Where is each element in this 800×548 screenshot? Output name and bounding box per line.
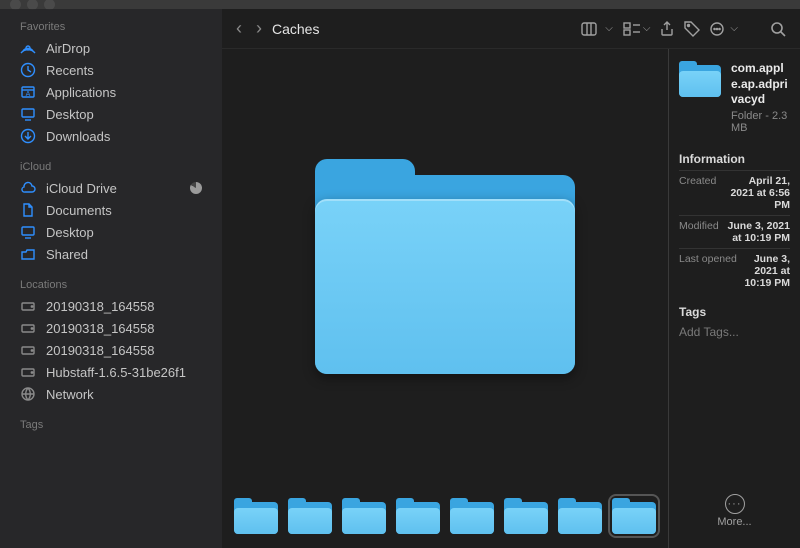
doc-icon [20, 202, 36, 218]
disk-icon [20, 298, 36, 314]
thumbnail-folder[interactable] [396, 498, 440, 534]
desktop-icon [20, 224, 36, 240]
group-icon[interactable]: ⌵ [623, 22, 651, 36]
window-title: Caches [272, 21, 319, 37]
toolbar: ‹ › Caches ⌵ ⌵ ⌵ [222, 9, 800, 49]
info-row-key: Modified [679, 220, 719, 244]
info-row-value: June 3, 2021 at 10:19 PM [725, 220, 790, 244]
action-menu-icon[interactable]: ⌵ [710, 21, 738, 37]
icloud-usage-icon [190, 182, 202, 194]
info-item-name: com.apple.ap.adprivacyd [731, 61, 790, 108]
sidebar-item-label: 20190318_164558 [46, 299, 154, 314]
info-row: CreatedApril 21, 2021 at 6:56 PM [679, 170, 790, 215]
sidebar-item-20190318-164558[interactable]: 20190318_164558 [0, 339, 222, 361]
info-pane: com.apple.ap.adprivacyd Folder - 2.3 MB … [668, 49, 800, 548]
sidebar-item-label: Desktop [46, 107, 94, 122]
back-button[interactable]: ‹ [236, 18, 242, 39]
item-strip[interactable] [222, 484, 668, 548]
preview-pane [222, 49, 668, 548]
sidebar-item-label: Hubstaff-1.6.5-31be26f1 [46, 365, 186, 380]
sidebar-item-recents[interactable]: Recents [0, 59, 222, 81]
thumbnail-folder[interactable] [558, 498, 602, 534]
sidebar-item-label: AirDrop [46, 41, 90, 56]
info-row-value: April 21, 2021 at 6:56 PM [722, 175, 790, 211]
info-row-key: Last opened [679, 253, 737, 289]
sidebar-header-icloud: iCloud [0, 157, 222, 177]
shared-icon [20, 246, 36, 262]
sidebar-item-label: 20190318_164558 [46, 321, 154, 336]
eject-icon [20, 364, 36, 380]
sidebar-item-desktop[interactable]: Desktop [0, 221, 222, 243]
info-section-information: Information [679, 152, 790, 166]
globe-icon [20, 386, 36, 402]
thumbnail-folder[interactable] [450, 498, 494, 534]
thumbnail-folder[interactable] [288, 498, 332, 534]
disk-icon [20, 320, 36, 336]
sidebar-header-favorites: Favorites [0, 17, 222, 37]
cloud-icon [20, 180, 36, 196]
thumbnail-folder[interactable] [612, 498, 656, 534]
view-mode-icon[interactable]: ⌵ [581, 22, 613, 36]
sidebar: Favorites AirDrop Recents A Applications Des… [0, 9, 222, 548]
sidebar-item-downloads[interactable]: Downloads [0, 125, 222, 147]
sidebar-item-label: 20190318_164558 [46, 343, 154, 358]
more-button[interactable]: ··· More... [679, 486, 790, 536]
sidebar-item-label: Desktop [46, 225, 94, 240]
sidebar-item-20190318-164558[interactable]: 20190318_164558 [0, 317, 222, 339]
desktop-icon [20, 106, 36, 122]
thumbnail-folder[interactable] [504, 498, 548, 534]
sidebar-item-20190318-164558[interactable]: 20190318_164558 [0, 295, 222, 317]
info-row-value: June 3, 2021 at 10:19 PM [743, 253, 790, 289]
sidebar-item-label: iCloud Drive [46, 181, 117, 196]
downloads-icon [20, 128, 36, 144]
sidebar-item-icloud-drive[interactable]: iCloud Drive [0, 177, 222, 199]
sidebar-item-label: Downloads [46, 129, 110, 144]
add-tags-field[interactable]: Add Tags... [679, 325, 790, 339]
sidebar-item-applications[interactable]: A Applications [0, 81, 222, 103]
sidebar-item-airdrop[interactable]: AirDrop [0, 37, 222, 59]
share-icon[interactable] [660, 21, 674, 37]
airdrop-icon [20, 40, 36, 56]
titlebar [0, 0, 800, 9]
main-area: ‹ › Caches ⌵ ⌵ ⌵ [222, 9, 800, 548]
sidebar-item-documents[interactable]: Documents [0, 199, 222, 221]
sidebar-item-label: Recents [46, 63, 94, 78]
thumbnail-folder[interactable] [234, 498, 278, 534]
folder-preview-icon [315, 159, 575, 374]
sidebar-item-desktop[interactable]: Desktop [0, 103, 222, 125]
apps-icon: A [20, 84, 36, 100]
info-item-kind: Folder - 2.3 MB [731, 110, 790, 134]
sidebar-item-label: Applications [46, 85, 116, 100]
sidebar-item-label: Network [46, 387, 94, 402]
info-row: ModifiedJune 3, 2021 at 10:19 PM [679, 215, 790, 248]
info-folder-icon [679, 61, 721, 97]
info-section-tags: Tags [679, 305, 790, 319]
info-row-key: Created [679, 175, 716, 211]
sidebar-header-locations: Locations [0, 275, 222, 295]
sidebar-item-shared[interactable]: Shared [0, 243, 222, 265]
sidebar-item-label: Documents [46, 203, 112, 218]
recents-icon [20, 62, 36, 78]
svg-text:A: A [26, 91, 31, 98]
sidebar-item-hubstaff-1-6-5-31be26f1[interactable]: Hubstaff-1.6.5-31be26f1 [0, 361, 222, 383]
info-row: Last openedJune 3, 2021 at 10:19 PM [679, 248, 790, 293]
disk-icon [20, 342, 36, 358]
search-icon[interactable] [770, 21, 786, 37]
ellipsis-icon: ··· [725, 494, 745, 514]
forward-button[interactable]: › [256, 18, 262, 39]
sidebar-item-label: Shared [46, 247, 88, 262]
sidebar-item-network[interactable]: Network [0, 383, 222, 405]
tag-icon[interactable] [684, 21, 700, 37]
more-label: More... [717, 516, 751, 528]
thumbnail-folder[interactable] [342, 498, 386, 534]
sidebar-header-tags: Tags [0, 415, 222, 435]
